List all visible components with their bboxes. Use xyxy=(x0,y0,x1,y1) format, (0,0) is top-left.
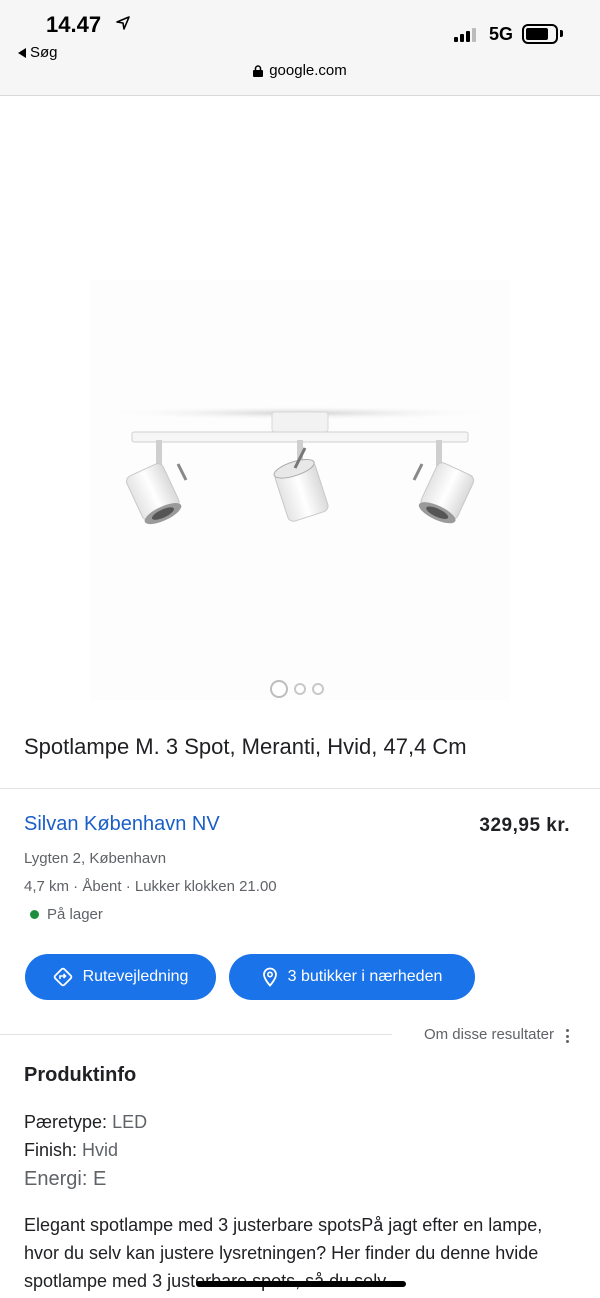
address-bar[interactable]: google.com xyxy=(0,62,600,79)
location-arrow-icon xyxy=(116,16,130,30)
about-results-link[interactable]: Om disse resultater xyxy=(424,1026,554,1043)
directions-icon xyxy=(53,967,72,987)
divider xyxy=(0,788,600,789)
divider xyxy=(0,1034,392,1035)
back-arrow-icon xyxy=(18,47,26,58)
store-name-link[interactable]: Silvan København NV xyxy=(24,813,220,836)
carousel-dot-2[interactable] xyxy=(294,683,306,695)
clock: 14.47 xyxy=(46,12,102,37)
carousel-dot-3[interactable] xyxy=(312,683,324,695)
stock-status: På lager xyxy=(30,906,103,923)
network-type: 5G xyxy=(489,24,514,44)
spec-energy: Energi: E xyxy=(24,1168,107,1190)
more-options-icon[interactable] xyxy=(564,1029,570,1043)
store-address: Lygten 2, København xyxy=(24,850,167,867)
spotlight-lamp-image xyxy=(100,406,500,525)
product-title: Spotlampe M. 3 Spot, Meranti, Hvid, 47,4… xyxy=(24,734,467,759)
store-distance-hours: 4,7 km · Åbent · Lukker klokken 21.00 xyxy=(24,878,277,895)
price: 329,95 kr. xyxy=(479,815,570,836)
spec-bulb-type: Pæretype: LED xyxy=(24,1112,148,1132)
nearby-stores-label: 3 butikker i nærheden xyxy=(287,968,443,985)
url-text: google.com xyxy=(269,62,347,79)
product-info-heading: Produktinfo xyxy=(24,1064,137,1086)
product-image[interactable] xyxy=(90,280,510,700)
back-label: Søg xyxy=(30,44,58,61)
map-pin-icon xyxy=(262,967,277,987)
spec-finish: Finish: Hvid xyxy=(24,1140,119,1160)
battery-icon xyxy=(522,24,558,44)
image-carousel-indicator[interactable] xyxy=(270,680,324,698)
back-to-search-button[interactable]: Søg xyxy=(18,44,58,61)
in-stock-dot-icon xyxy=(30,910,39,919)
carousel-dot-1[interactable] xyxy=(270,680,288,698)
home-indicator[interactable] xyxy=(196,1281,406,1287)
directions-button[interactable]: Rutevejledning xyxy=(25,954,216,1000)
lock-icon xyxy=(253,64,264,77)
directions-label: Rutevejledning xyxy=(82,968,189,985)
stock-label: På lager xyxy=(47,906,103,923)
nearby-stores-button[interactable]: 3 butikker i nærheden xyxy=(229,954,475,1000)
status-bar: 14.47 Søg 5G google.com xyxy=(0,0,600,96)
signal-strength-icon xyxy=(454,26,476,42)
